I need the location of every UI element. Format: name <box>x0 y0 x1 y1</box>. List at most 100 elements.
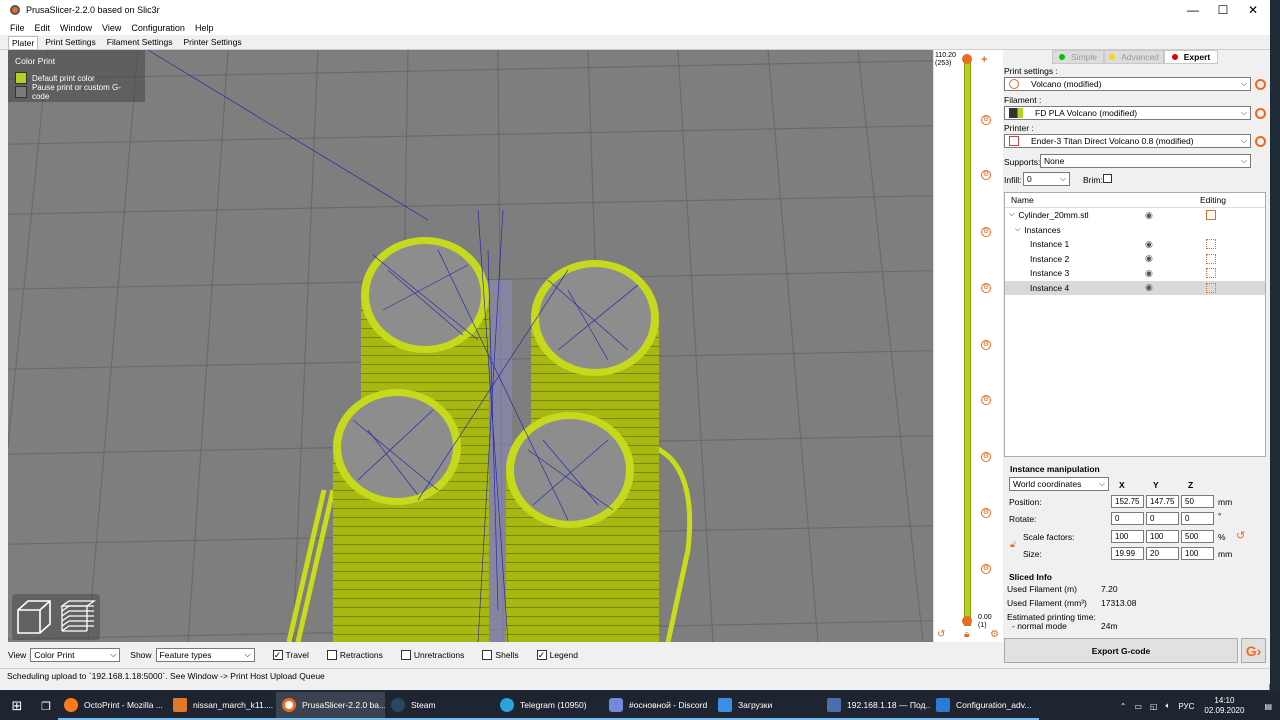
maximize-button[interactable]: ☐ <box>1208 0 1238 20</box>
size-y-input[interactable]: 20 <box>1146 547 1179 560</box>
eye-icon[interactable]: ◉ <box>1145 210 1153 221</box>
instance-row[interactable]: Instance 3 ◉ <box>1005 266 1265 281</box>
mode-simple-button[interactable]: Simple <box>1052 50 1104 64</box>
retractions-checkbox[interactable]: Retractions <box>326 650 383 660</box>
mode-expert-button[interactable]: Expert <box>1164 50 1218 64</box>
add-color-change-icon[interactable]: + <box>981 54 987 66</box>
instance-edit-icon[interactable] <box>1206 239 1216 250</box>
menu-file[interactable]: File <box>0 23 30 33</box>
eye-icon[interactable]: ◉ <box>1145 253 1153 264</box>
revert-icon[interactable]: ↺ <box>937 629 945 640</box>
printer-gear-icon[interactable] <box>1255 136 1266 147</box>
tick-cog-icon[interactable]: ⚙ <box>981 340 991 350</box>
layer-slider[interactable]: 110.20 (253) + ⚙ ⚙ ⚙ ⚙ ⚙ ⚙ ⚙ ⚙ ⚙ 0.00 (1… <box>933 50 1003 642</box>
printer-combo[interactable]: Ender-3 Titan Direct Volcano 0.8 (modifi… <box>1004 134 1251 148</box>
send-to-printer-icon[interactable]: G› <box>1241 638 1266 663</box>
language-indicator[interactable]: РУС <box>1178 702 1194 711</box>
shells-checkbox[interactable]: Shells <box>482 650 519 660</box>
view-type-combo[interactable]: Color Print ⌵ <box>30 648 121 662</box>
taskbar-app-prusaslicer[interactable]: PrusaSlicer-2.2.0 ba... <box>276 692 385 720</box>
supports-combo[interactable]: None ⌵ <box>1040 154 1251 168</box>
rotate-x-input[interactable]: 0 <box>1111 512 1144 525</box>
tab-print-settings[interactable]: Print Settings <box>41 35 100 49</box>
taskbar-app-steam[interactable]: Steam <box>385 692 494 720</box>
taskbar-app-discord[interactable]: #основной - Discord <box>603 692 712 720</box>
filament-gear-icon[interactable] <box>1255 108 1266 119</box>
instance-edit-icon[interactable] <box>1206 268 1216 279</box>
taskbar-app-telegram[interactable]: Telegram (10950) <box>494 692 603 720</box>
windows-start-icon[interactable]: ⊞ <box>0 692 34 720</box>
menu-configuration[interactable]: Configuration <box>126 23 190 33</box>
taskbar-app-ssh[interactable]: 192.168.1.18 — Под... <box>821 692 930 720</box>
menu-window[interactable]: Window <box>55 23 97 33</box>
travel-checkbox[interactable]: ✓ Travel <box>272 650 309 660</box>
mode-advanced-button[interactable]: Advanced <box>1104 50 1164 64</box>
tick-cog-icon[interactable]: ⚙ <box>981 283 991 293</box>
print-settings-gear-icon[interactable] <box>1255 79 1266 90</box>
close-button[interactable]: ✕ <box>1238 0 1268 20</box>
menu-help[interactable]: Help <box>190 23 219 33</box>
infill-combo[interactable]: 0 ⌵ <box>1023 172 1070 186</box>
clock[interactable]: 14:10 02.09.2020 <box>1204 696 1244 716</box>
size-z-input[interactable]: 100 <box>1181 547 1214 560</box>
settings-cog-icon[interactable]: ⚙ <box>990 629 999 640</box>
instance-row-selected[interactable]: Instance 4 ◉ <box>1005 280 1265 295</box>
eye-icon[interactable]: ◉ <box>1145 268 1153 279</box>
tick-cog-icon[interactable]: ⚙ <box>981 508 991 518</box>
scale-lock-icon[interactable]: 🔓︎ <box>1010 539 1016 550</box>
3d-preview-canvas[interactable] <box>8 50 933 642</box>
slider-top-thumb[interactable] <box>962 54 972 64</box>
unretractions-checkbox[interactable]: Unretractions <box>400 650 464 660</box>
filament-combo[interactable]: FD PLA Volcano (modified) ⌵ <box>1004 106 1251 120</box>
chevron-down-icon[interactable]: ⌵ <box>1015 226 1020 234</box>
export-gcode-button[interactable]: Export G-code <box>1004 638 1238 663</box>
instance-edit-icon[interactable] <box>1206 282 1216 293</box>
instances-row[interactable]: ⌵ Instances <box>1005 223 1265 238</box>
instance-edit-icon[interactable] <box>1206 253 1216 264</box>
instance-row[interactable]: Instance 1 ◉ <box>1005 237 1265 252</box>
position-z-input[interactable]: 50 <box>1181 495 1214 508</box>
eye-icon[interactable]: ◉ <box>1145 239 1153 250</box>
taskbar-app-octoprint[interactable]: OctoPrint - Mozilla ... <box>58 692 167 720</box>
position-x-input[interactable]: 152.75 <box>1111 495 1144 508</box>
instance-row[interactable]: Instance 2 ◉ <box>1005 252 1265 267</box>
taskbar-app-nissan[interactable]: nissan_march_k11.... <box>167 692 276 720</box>
chevron-down-icon[interactable]: ⌵ <box>1009 211 1014 219</box>
network-icon[interactable]: ◱ <box>1150 702 1158 711</box>
battery-icon[interactable]: ▭ <box>1134 702 1142 711</box>
tab-printer-settings[interactable]: Printer Settings <box>179 35 245 49</box>
show-hidden-icons-chevron-icon[interactable]: ⌃ <box>1120 702 1127 711</box>
rotate-y-input[interactable]: 0 <box>1146 512 1179 525</box>
lock-icon[interactable]: 🔒︎ <box>964 629 969 640</box>
coordinate-system-combo[interactable]: World coordinates ⌵ <box>1009 477 1109 491</box>
legend-checkbox[interactable]: ✓ Legend <box>536 650 578 660</box>
print-settings-combo[interactable]: Volcano (modified) ⌵ <box>1004 77 1251 91</box>
menu-edit[interactable]: Edit <box>30 23 56 33</box>
brim-checkbox[interactable] <box>1103 174 1112 183</box>
reset-scale-icon[interactable]: ↺ <box>1236 529 1245 542</box>
eye-icon[interactable]: ◉ <box>1145 282 1153 293</box>
show-combo[interactable]: Feature types ⌵ <box>155 648 255 662</box>
scale-x-input[interactable]: 100 <box>1111 530 1144 543</box>
taskbar-app-downloads[interactable]: Загрузки <box>712 692 821 720</box>
scale-z-input[interactable]: 500 <box>1181 530 1214 543</box>
taskbar-app-vscode[interactable]: Configuration_adv... <box>930 692 1039 720</box>
notifications-icon[interactable]: ▤ <box>1264 702 1272 711</box>
edit-icon[interactable] <box>1206 210 1216 221</box>
3d-view-icon[interactable] <box>15 598 53 636</box>
tab-plater[interactable]: Plater <box>8 36 39 49</box>
tick-cog-icon[interactable]: ⚙ <box>981 564 991 574</box>
tick-cog-icon[interactable]: ⚙ <box>981 170 991 180</box>
rotate-z-input[interactable]: 0 <box>1181 512 1214 525</box>
tick-cog-icon[interactable]: ⚙ <box>981 115 991 125</box>
tab-filament-settings[interactable]: Filament Settings <box>103 35 177 49</box>
tick-cog-icon[interactable]: ⚙ <box>981 395 991 405</box>
size-x-input[interactable]: 19.99 <box>1111 547 1144 560</box>
scale-y-input[interactable]: 100 <box>1146 530 1179 543</box>
layers-view-icon[interactable] <box>59 598 97 636</box>
tick-cog-icon[interactable]: ⚙ <box>981 227 991 237</box>
position-y-input[interactable]: 147.75 <box>1146 495 1179 508</box>
tick-cog-icon[interactable]: ⚙ <box>981 452 991 462</box>
minimize-button[interactable]: — <box>1178 0 1208 20</box>
slider-bottom-thumb[interactable] <box>962 616 972 626</box>
